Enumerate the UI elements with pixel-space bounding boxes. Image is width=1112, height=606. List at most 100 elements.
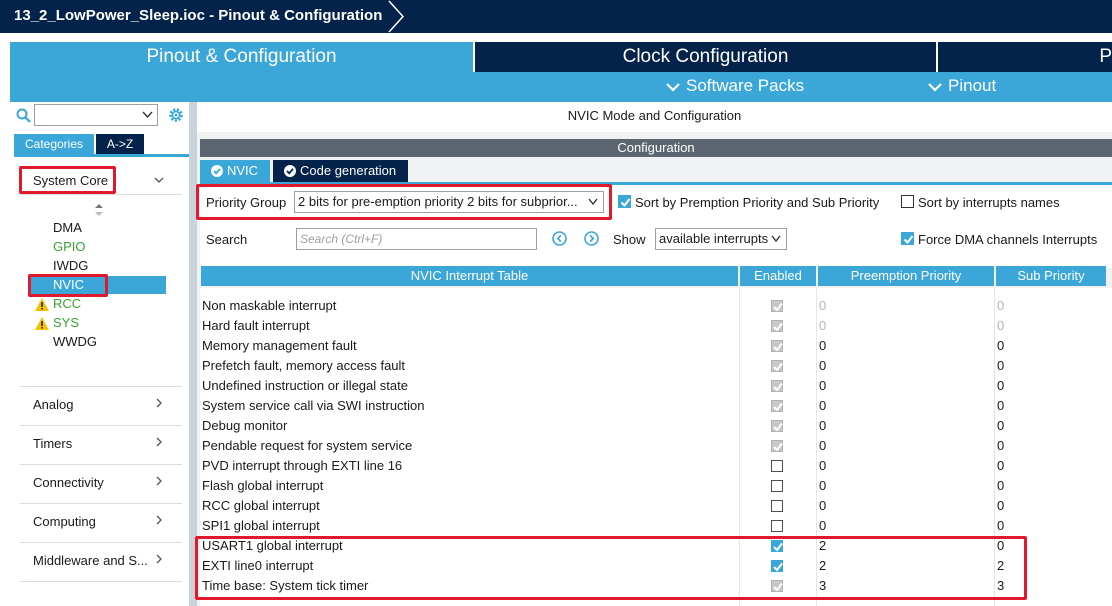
sidebar-item-gpio[interactable]: GPIO	[53, 239, 86, 254]
preemption-priority-cell[interactable]: 0	[819, 376, 826, 396]
panel-splitter[interactable]	[189, 102, 197, 606]
enabled-checkbox[interactable]	[771, 540, 783, 552]
sort-icon[interactable]	[95, 204, 103, 216]
sidebar-item-nvic[interactable]: NVIC	[53, 277, 84, 292]
col-header-sub-priority[interactable]: Sub Priority	[996, 266, 1106, 286]
group-analog[interactable]: Analog	[33, 397, 73, 412]
col-header-enabled[interactable]: Enabled	[740, 266, 816, 286]
preemption-priority-cell[interactable]: 0	[819, 476, 826, 496]
priority-group-select[interactable]: 2 bits for pre-emption priority 2 bits f…	[294, 191, 604, 213]
chevron-down-icon	[666, 82, 680, 92]
table-row[interactable]: Hard fault interrupt 0 0	[200, 316, 1112, 336]
sub-priority-cell[interactable]: 0	[997, 536, 1004, 556]
sidebar-item-iwdg[interactable]: IWDG	[53, 258, 88, 273]
preemption-priority-cell[interactable]: 0	[819, 336, 826, 356]
sub-priority-cell[interactable]: 0	[997, 416, 1004, 436]
tab-categories[interactable]: Categories	[14, 134, 94, 154]
main-tab-bar: Pinout & Configuration Clock Configurati…	[10, 42, 1112, 72]
preemption-priority-cell[interactable]: 3	[819, 576, 826, 596]
preemption-priority-cell[interactable]: 2	[819, 536, 826, 556]
group-system-core[interactable]: System Core	[33, 173, 108, 188]
nvic-selection-highlight	[29, 276, 166, 294]
sort-names-checkbox[interactable]	[901, 195, 914, 208]
next-icon[interactable]	[584, 231, 599, 246]
category-search-combo[interactable]	[34, 104, 158, 126]
preemption-priority-cell[interactable]: 0	[819, 356, 826, 376]
check-icon	[773, 382, 783, 392]
table-row[interactable]: Non maskable interrupt 0 0	[200, 296, 1112, 316]
table-row[interactable]: Pendable request for system service 0 0	[200, 436, 1112, 456]
sub-priority-cell[interactable]: 0	[997, 336, 1004, 356]
group-middleware[interactable]: Middleware and S...	[33, 553, 148, 568]
sidebar-item-dma[interactable]: DMA	[53, 220, 82, 235]
table-row[interactable]: PVD interrupt through EXTI line 16 0 0	[200, 456, 1112, 476]
sub-priority-cell[interactable]: 0	[997, 456, 1004, 476]
table-row[interactable]: SPI1 global interrupt 0 0	[200, 516, 1112, 536]
preemption-priority-cell[interactable]: 0	[819, 496, 826, 516]
sub-priority-cell[interactable]: 0	[997, 396, 1004, 416]
table-row[interactable]: Flash global interrupt 0 0	[200, 476, 1112, 496]
show-select[interactable]: available interrupts	[655, 228, 787, 250]
pinout-menu[interactable]: Pinout	[928, 76, 996, 96]
chevron-down-icon	[771, 235, 781, 243]
chevron-right-icon[interactable]	[154, 398, 164, 408]
group-timers[interactable]: Timers	[33, 436, 72, 451]
preemption-priority-cell[interactable]: 0	[819, 396, 826, 416]
nvic-search-input[interactable]: Search (Ctrl+F)	[296, 228, 537, 250]
table-row[interactable]: Prefetch fault, memory access fault 0 0	[200, 356, 1112, 376]
table-row[interactable]: Time base: System tick timer 3 3	[200, 576, 1112, 596]
sort-premption-checkbox[interactable]	[618, 195, 631, 208]
preemption-priority-cell[interactable]: 0	[819, 516, 826, 536]
tab-code-generation[interactable]: Code generation	[273, 160, 408, 182]
enabled-checkbox[interactable]	[771, 460, 783, 472]
tab-a-z[interactable]: A->Z	[96, 134, 144, 154]
table-row[interactable]: Debug monitor 0 0	[200, 416, 1112, 436]
sub-priority-cell[interactable]: 0	[997, 476, 1004, 496]
sub-priority-cell[interactable]: 0	[997, 496, 1004, 516]
table-row[interactable]: EXTI line0 interrupt 2 2	[200, 556, 1112, 576]
enabled-checkbox[interactable]	[771, 520, 783, 532]
enabled-checkbox[interactable]	[771, 560, 783, 572]
table-row[interactable]: Undefined instruction or illegal state 0 0	[200, 376, 1112, 396]
tab-nvic[interactable]: NVIC	[200, 160, 270, 182]
enabled-checkbox[interactable]	[771, 500, 783, 512]
sub-priority-cell[interactable]: 0	[997, 376, 1004, 396]
sidebar-item-sys[interactable]: SYS	[53, 315, 79, 330]
sub-priority-cell[interactable]: 0	[997, 436, 1004, 456]
table-row[interactable]: USART1 global interrupt 2 0	[200, 536, 1112, 556]
chevron-down-icon[interactable]	[154, 175, 164, 185]
col-header-preemption[interactable]: Preemption Priority	[818, 266, 994, 286]
software-packs-menu[interactable]: Software Packs	[666, 76, 804, 96]
interrupt-name: EXTI line0 interrupt	[202, 558, 314, 573]
sidebar-item-wwdg[interactable]: WWDG	[53, 334, 97, 349]
preemption-priority-cell[interactable]: 0	[819, 436, 826, 456]
group-connectivity[interactable]: Connectivity	[33, 475, 104, 490]
chevron-right-icon[interactable]	[154, 437, 164, 447]
preemption-priority-cell[interactable]: 2	[819, 556, 826, 576]
search-icon[interactable]	[16, 108, 31, 123]
sub-priority-cell[interactable]: 3	[997, 576, 1004, 596]
force-dma-checkbox[interactable]	[901, 232, 914, 245]
chevron-right-icon[interactable]	[154, 476, 164, 486]
tab-clock-configuration[interactable]: Clock Configuration	[475, 42, 936, 72]
preemption-priority-cell[interactable]: 0	[819, 456, 826, 476]
prev-icon[interactable]	[552, 231, 567, 246]
group-computing[interactable]: Computing	[33, 514, 96, 529]
gear-icon[interactable]	[167, 106, 185, 124]
sub-priority-cell: 0	[997, 318, 1005, 333]
table-row[interactable]: RCC global interrupt 0 0	[200, 496, 1112, 516]
table-row[interactable]: System service call via SWI instruction 0…	[200, 396, 1112, 416]
tab-project-manager[interactable]: P	[938, 42, 1112, 72]
enabled-checkbox[interactable]	[771, 480, 783, 492]
col-header-interrupt[interactable]: NVIC Interrupt Table	[201, 266, 738, 286]
sub-priority-cell[interactable]: 2	[997, 556, 1004, 576]
chevron-right-icon[interactable]	[154, 554, 164, 564]
category-tabs-underline	[14, 154, 190, 157]
chevron-right-icon[interactable]	[154, 515, 164, 525]
preemption-priority-cell[interactable]: 0	[819, 416, 826, 436]
sidebar-item-rcc[interactable]: RCC	[53, 296, 81, 311]
sub-priority-cell[interactable]: 0	[997, 516, 1004, 536]
sub-priority-cell[interactable]: 0	[997, 356, 1004, 376]
tab-pinout-configuration[interactable]: Pinout & Configuration	[10, 42, 473, 72]
table-row[interactable]: Memory management fault 0 0	[200, 336, 1112, 356]
